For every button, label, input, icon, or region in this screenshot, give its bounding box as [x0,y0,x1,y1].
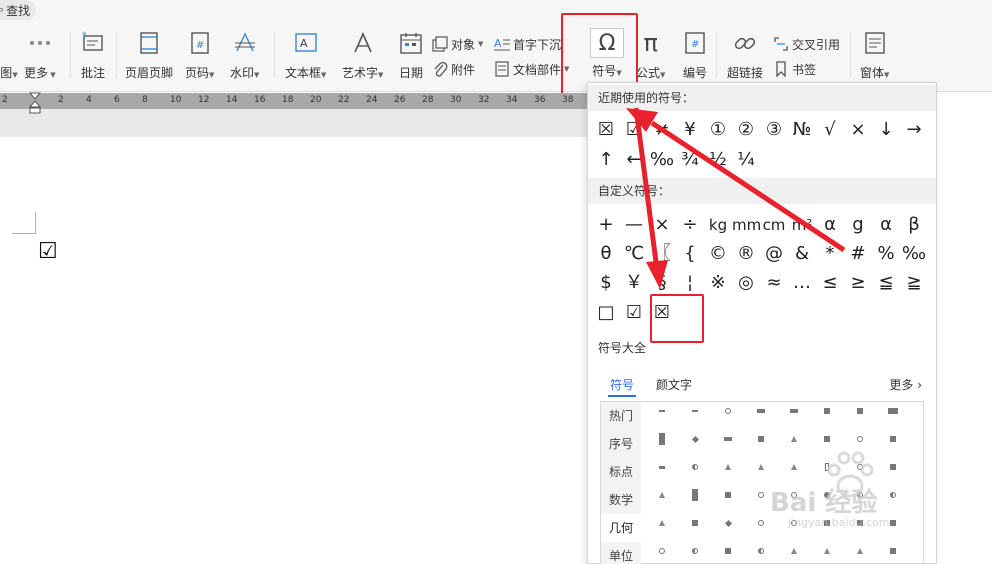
watermark-url: jingyan.baidu.com [788,516,890,529]
baidu-jingyan-watermark: Bai 经验 jingyan.baidu.com [740,451,950,540]
wps-writer-window: ⌕ 查找 图▼ 更多 ▼ * 批注 页眉页脚 # 页码▼ 水印▼ A 文本框▼ … [0,0,992,564]
watermark-brand: Bai 经验 [770,488,878,518]
arrowhead-to-custom [646,260,668,289]
arrow-line-to-recent [650,120,846,253]
arrowhead-to-recent [626,108,658,132]
